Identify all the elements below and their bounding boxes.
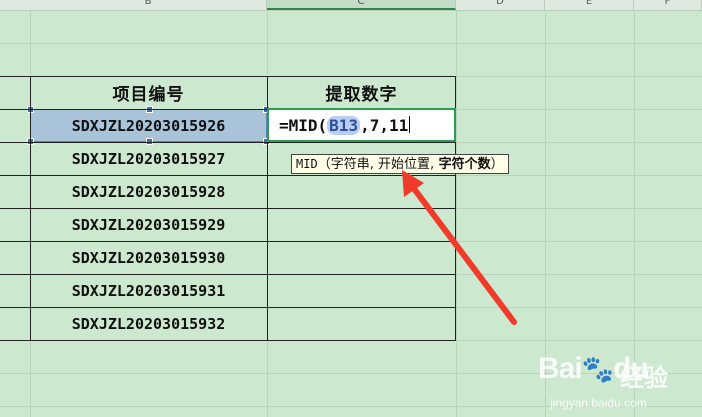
table-cell-id[interactable]: SDXJZL20203015932 (30, 307, 267, 340)
watermark-cn-text: 经验 (620, 364, 668, 392)
tooltip-arg-start: 开始位置, (373, 157, 435, 172)
column-header-bar: B C D E F (0, 0, 702, 11)
tooltip-arg-text: （字符串, (317, 157, 374, 172)
active-formula-cell[interactable]: =MID(B13,7,11 (267, 108, 456, 142)
column-header-b[interactable]: B (30, 0, 267, 10)
tooltip-function-name: MID (296, 157, 318, 171)
watermark-url: jingyan.baidu.com (550, 396, 647, 410)
header-cell-project-id[interactable]: 项目编号 (30, 76, 267, 109)
header-cell-extract-digits[interactable]: 提取数字 (267, 76, 456, 109)
table-cell-id[interactable]: SDXJZL20203015931 (30, 274, 267, 307)
tooltip-arg-count-current: 字符个数 (434, 157, 491, 172)
column-header-e[interactable]: E (545, 0, 634, 10)
table-cell-id[interactable]: SDXJZL20203015929 (30, 208, 267, 241)
column-header-d[interactable]: D (456, 0, 545, 10)
table-cell-id[interactable]: SDXJZL20203015928 (30, 175, 267, 208)
text-caret (409, 116, 411, 133)
column-header-f[interactable]: F (634, 0, 702, 10)
table-cell-id[interactable]: SDXJZL20203015926 (30, 109, 267, 142)
formula-text[interactable]: =MID(B13,7,11 (279, 116, 411, 135)
cell-reference-chip[interactable]: B13 (327, 116, 361, 135)
table-cell-id[interactable]: SDXJZL20203015927 (30, 142, 267, 175)
grid-line (0, 43, 702, 44)
formula-args: ,7,11 (360, 116, 409, 135)
baidu-jingyan-watermark: Bai🐾du 经验 jingyan.baidu.com (538, 352, 698, 412)
table-cell-id[interactable]: SDXJZL20203015930 (30, 241, 267, 274)
column-header-c[interactable]: C (267, 0, 456, 10)
grid-line (456, 10, 457, 417)
spreadsheet-view: B C D E F 项目编号 提取数字 SDXJZL20203015926 SD… (0, 0, 702, 417)
tooltip-close-paren: ） (490, 157, 504, 172)
formula-prefix: =MID( (279, 116, 328, 135)
function-signature-tooltip: MID（字符串, 开始位置, 字符个数） (291, 154, 509, 174)
